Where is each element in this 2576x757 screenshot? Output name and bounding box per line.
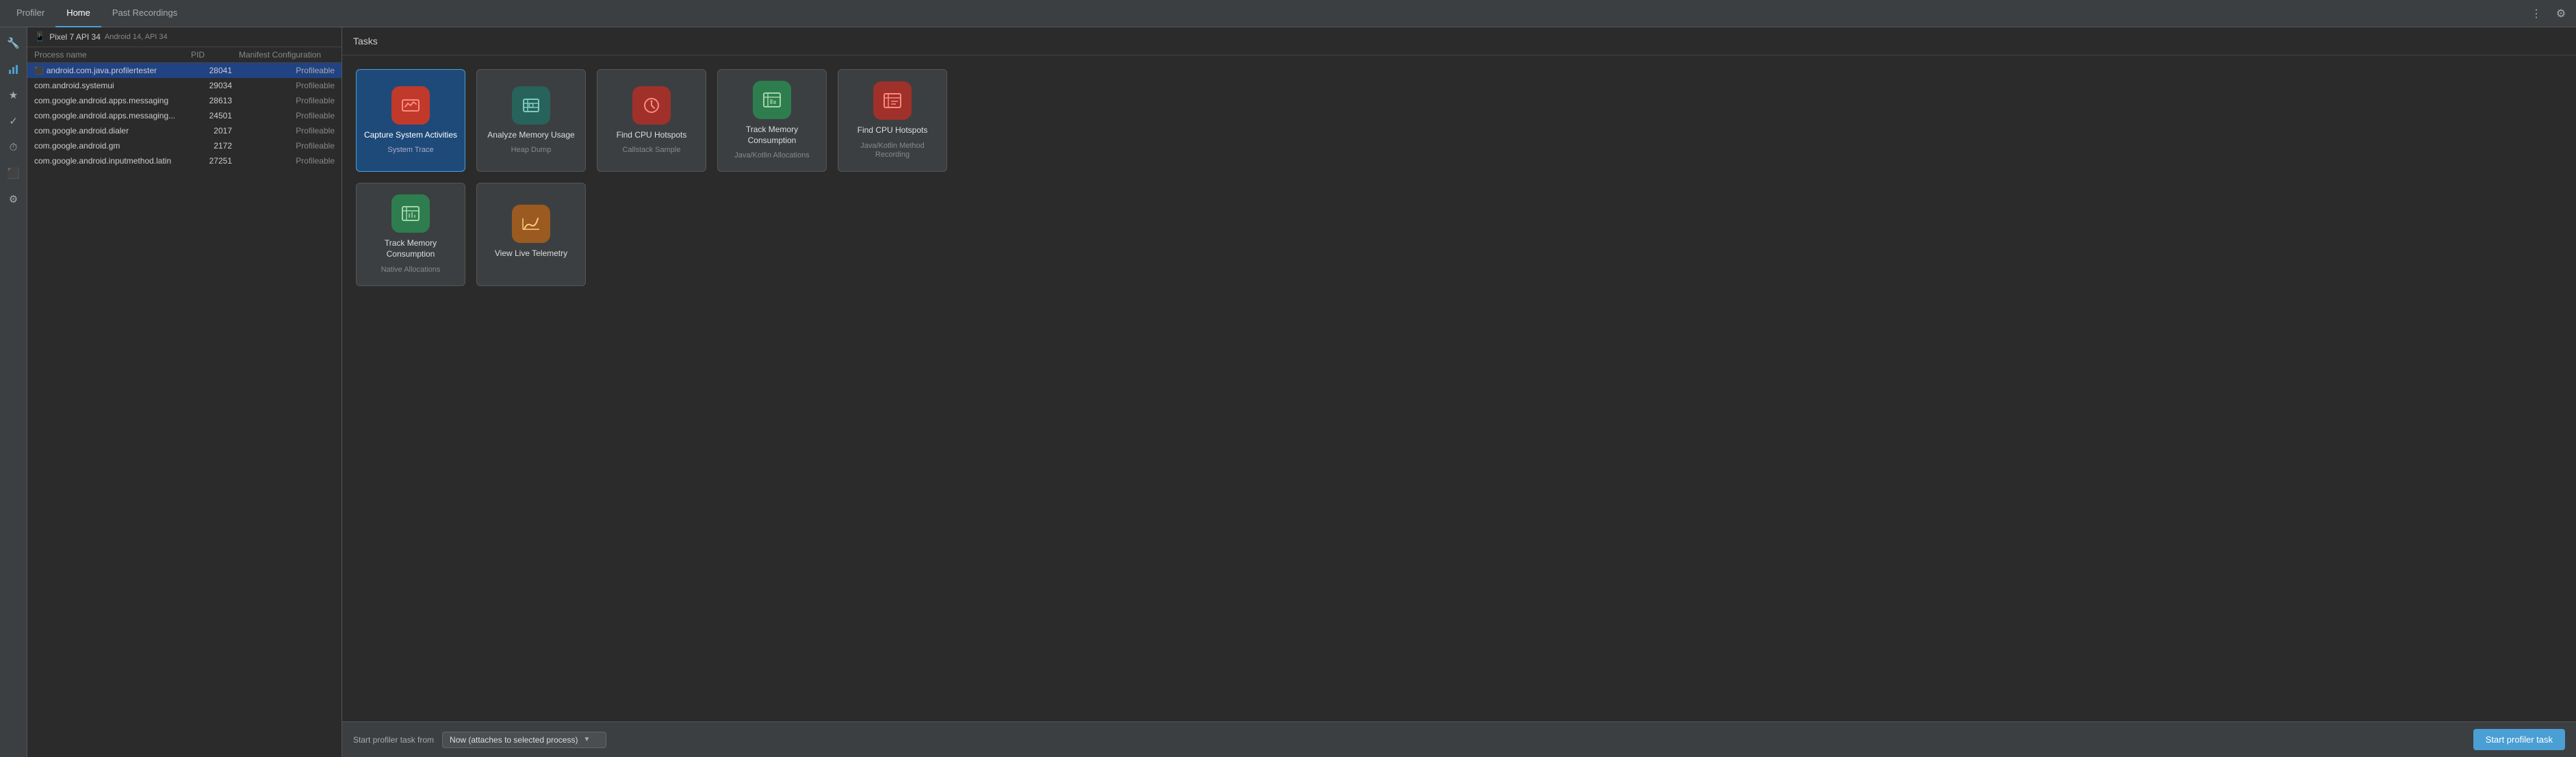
table-row[interactable]: com.google.android.apps.messaging 28613 … (27, 93, 342, 108)
device-header: 📱 Pixel 7 API 34 Android 14, API 34 (27, 27, 342, 47)
process-manifest: Profileable (239, 156, 335, 166)
process-manifest: Profileable (239, 126, 335, 136)
process-manifest: Profileable (239, 141, 335, 151)
col-manifest: Manifest Configuration (239, 50, 335, 60)
more-options-icon[interactable]: ⋮ (2527, 4, 2546, 23)
process-manifest: Profileable (239, 66, 335, 75)
tab-past-recordings[interactable]: Past Recordings (101, 0, 188, 27)
process-name-label: com.google.android.gm (34, 141, 191, 151)
col-pid: PID (191, 50, 239, 60)
task-title-callstack-sample: Find CPU Hotspots (617, 130, 687, 141)
process-name-label: com.android.systemui (34, 81, 191, 90)
task-title-live-telemetry: View Live Telemetry (495, 248, 567, 259)
tab-bar: Profiler Home Past Recordings ⋮ ⚙ (0, 0, 2576, 27)
process-name-label: com.google.android.inputmethod.latin (34, 156, 191, 166)
process-table-header: Process name PID Manifest Configuration (27, 47, 342, 63)
task-card-java-kotlin-method[interactable]: Find CPU Hotspots Java/Kotlin Method Rec… (838, 69, 947, 172)
table-row[interactable]: com.google.android.inputmethod.latin 272… (27, 153, 342, 168)
sidebar-icon-settings[interactable]: ⚙ (3, 189, 24, 209)
chevron-down-icon: ▼ (583, 736, 590, 743)
task-icon-java-kotlin-alloc (753, 81, 791, 119)
process-name-label: com.google.android.apps.messaging... (34, 111, 191, 120)
task-subtitle-native-alloc: Native Allocations (381, 266, 441, 274)
task-card-native-alloc[interactable]: Track Memory Consumption Native Allocati… (356, 183, 465, 285)
device-api: Android 14, API 34 (105, 33, 168, 41)
sidebar-icon-check[interactable]: ✓ (3, 111, 24, 131)
tasks-row-2: Track Memory Consumption Native Allocati… (356, 183, 2562, 285)
process-pid: 28041 (191, 66, 239, 75)
dropdown-value: Now (attaches to selected process) (450, 735, 578, 745)
task-subtitle-heap-dump: Heap Dump (511, 146, 552, 155)
tasks-header: Tasks (342, 27, 2576, 55)
sidebar-icon-screen[interactable]: ⬛ (3, 163, 24, 183)
sidebar-icons: 🔧 ★ ✓ ⏱ ⬛ ⚙ (0, 27, 27, 757)
device-name: Pixel 7 API 34 (49, 32, 101, 42)
task-title-java-kotlin-alloc: Track Memory Consumption (725, 125, 819, 146)
task-title-system-trace: Capture System Activities (364, 130, 457, 141)
tasks-row-1: Capture System Activities System Trace (356, 69, 2562, 172)
task-icon-system-trace (391, 86, 430, 125)
process-pid: 2017 (191, 126, 239, 136)
task-subtitle-system-trace: System Trace (387, 146, 433, 155)
bottom-bar: Start profiler task from Now (attaches t… (342, 721, 2576, 757)
table-row[interactable]: ⬛ android.com.java.profilertester 28041 … (27, 63, 342, 78)
task-icon-native-alloc (391, 194, 430, 233)
process-name-label: com.google.android.dialer (34, 126, 191, 136)
process-manifest: Profileable (239, 81, 335, 90)
task-icon-callstack-sample (632, 86, 671, 125)
tasks-grid-inner: Capture System Activities System Trace (356, 69, 2562, 286)
task-card-java-kotlin-alloc[interactable]: Track Memory Consumption Java/Kotlin All… (717, 69, 827, 172)
table-row[interactable]: com.google.android.gm 2172 Profileable (27, 138, 342, 153)
task-card-system-trace[interactable]: Capture System Activities System Trace (356, 69, 465, 172)
sidebar-icon-tool[interactable]: 🔧 (3, 33, 24, 53)
task-title-heap-dump: Analyze Memory Usage (487, 130, 574, 141)
settings-icon[interactable]: ⚙ (2551, 4, 2571, 23)
process-pid: 27251 (191, 156, 239, 166)
task-card-heap-dump[interactable]: Analyze Memory Usage Heap Dump (476, 69, 586, 172)
task-subtitle-java-kotlin-alloc: Java/Kotlin Allocations (734, 151, 809, 160)
process-name-label: com.google.android.apps.messaging (34, 96, 191, 105)
device-icon: 📱 (34, 31, 45, 42)
task-icon-heap-dump (512, 86, 550, 125)
task-icon-live-telemetry (512, 205, 550, 243)
process-pid: 29034 (191, 81, 239, 90)
task-card-callstack-sample[interactable]: Find CPU Hotspots Callstack Sample (597, 69, 706, 172)
task-title-java-kotlin-method: Find CPU Hotspots (858, 125, 928, 136)
sidebar-icon-clock[interactable]: ⏱ (3, 137, 24, 157)
tab-home[interactable]: Home (55, 0, 101, 27)
sidebar-icon-profiler[interactable] (3, 59, 24, 79)
process-app-icon: ⬛ (34, 66, 44, 75)
process-manifest: Profileable (239, 96, 335, 105)
start-profiler-button[interactable]: Start profiler task (2473, 729, 2565, 750)
col-process-name: Process name (34, 50, 191, 60)
process-panel: 📱 Pixel 7 API 34 Android 14, API 34 Proc… (27, 27, 342, 757)
sidebar-icon-star[interactable]: ★ (3, 85, 24, 105)
process-pid: 28613 (191, 96, 239, 105)
process-name-label: android.com.java.profilertester (47, 66, 157, 75)
tasks-panel: Tasks Capture System Activities (342, 27, 2576, 757)
table-row[interactable]: com.google.android.dialer 2017 Profileab… (27, 123, 342, 138)
task-title-native-alloc: Track Memory Consumption (363, 238, 458, 259)
start-profiler-label: Start profiler task from (353, 735, 434, 745)
table-row[interactable]: com.android.systemui 29034 Profileable (27, 78, 342, 93)
tab-bar-actions: ⋮ ⚙ (2527, 4, 2571, 23)
task-icon-java-kotlin-method (873, 81, 912, 120)
task-subtitle-callstack-sample: Callstack Sample (623, 146, 681, 155)
task-subtitle-java-kotlin-method: Java/Kotlin Method Recording (845, 142, 940, 159)
main-content: 🔧 ★ ✓ ⏱ ⬛ ⚙ 📱 Pixel 7 API 34 Android 14,… (0, 27, 2576, 757)
tab-profiler[interactable]: Profiler (5, 0, 55, 27)
process-pid: 24501 (191, 111, 239, 120)
table-row[interactable]: com.google.android.apps.messaging... 245… (27, 108, 342, 123)
process-pid: 2172 (191, 141, 239, 151)
tasks-grid: Capture System Activities System Trace (342, 55, 2576, 721)
profiler-task-dropdown[interactable]: Now (attaches to selected process) ▼ (442, 732, 606, 748)
process-table: ⬛ android.com.java.profilertester 28041 … (27, 63, 342, 757)
process-manifest: Profileable (239, 111, 335, 120)
task-card-live-telemetry[interactable]: View Live Telemetry (476, 183, 586, 285)
